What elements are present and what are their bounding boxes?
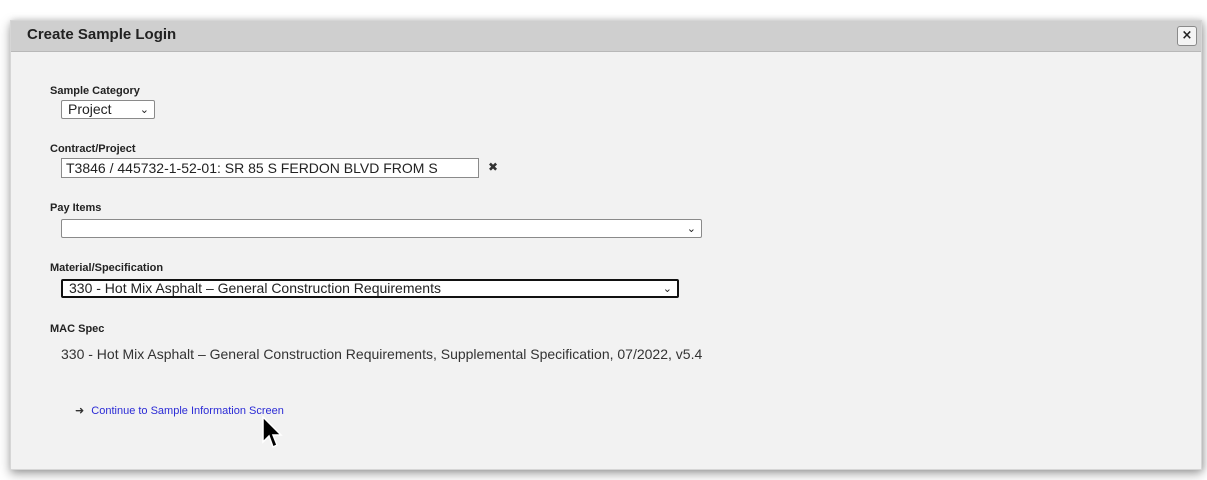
chevron-down-icon: ⌄ [139,103,149,116]
close-button[interactable]: × [1177,26,1197,46]
dialog-title: Create Sample Login [27,26,177,43]
arrow-right-icon: ➜ [75,404,85,417]
chevron-down-icon: ⌄ [662,282,672,295]
chevron-down-icon: ⌄ [686,222,696,235]
clear-contract-icon[interactable]: ✖ [488,160,498,174]
mac-spec-value: 330 - Hot Mix Asphalt – General Construc… [61,346,703,362]
sample-category-label: Sample Category [50,85,140,97]
dialog-titlebar: Create Sample Login × [11,21,1201,52]
contract-project-value: T3846 / 445732-1-52-01: SR 85 S FERDON B… [66,160,438,176]
material-spec-label: Material/Specification [50,262,164,274]
mouse-pointer-icon [262,416,283,449]
contract-project-input[interactable]: T3846 / 445732-1-52-01: SR 85 S FERDON B… [61,158,479,178]
pay-items-select[interactable]: ⌄ [61,219,702,238]
close-icon: × [1181,28,1193,43]
create-sample-login-dialog: Create Sample Login × Sample Category Pr… [10,20,1202,470]
continue-link-row: ➜ Continue to Sample Information Screen [75,404,284,417]
material-spec-value: 330 - Hot Mix Asphalt – General Construc… [69,280,441,296]
pay-items-label: Pay Items [50,202,102,214]
material-spec-select[interactable]: 330 - Hot Mix Asphalt – General Construc… [61,279,679,298]
mac-spec-label: MAC Spec [50,323,105,335]
sample-category-value: Project [68,101,112,117]
sample-category-select[interactable]: Project ⌄ [61,100,155,119]
contract-project-label: Contract/Project [50,143,136,155]
continue-to-sample-info-link[interactable]: Continue to Sample Information Screen [91,405,284,417]
